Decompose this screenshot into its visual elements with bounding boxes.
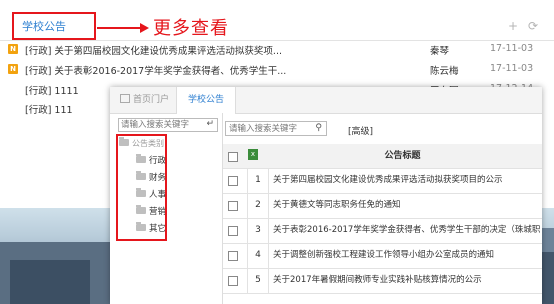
table-header: x 公告标题 [223,144,542,169]
row-title[interactable]: 关于黄德文等同志职务任免的通知 [273,193,401,218]
enter-icon[interactable]: ↵ [206,119,214,129]
news-title[interactable]: [行政] 关于表彰2016-2017学年奖学金获得者、优秀学生干... [25,63,286,77]
row-checkbox[interactable] [228,251,238,261]
row-title[interactable]: 关于表彰2016-2017学年奖学金获得者、优秀学生干部的决定（珠城职 [273,218,540,243]
news-author: 陈云梅 [430,66,459,77]
row-number: 1 [247,168,269,193]
news-date: 17-11-03 [490,43,534,54]
table-row[interactable]: 5 关于2017年暑假期间教师专业实践补贴核算情况的公示 [223,268,542,294]
row-checkbox[interactable] [228,176,238,186]
news-row[interactable]: N [行政] 关于第四届校园文化建设优秀成果评选活动拟获奖项... 秦琴 17-… [8,42,548,58]
announcement-search-input[interactable] [226,122,314,135]
row-title[interactable]: 关于第四届校园文化建设优秀成果评选活动拟获奖项目的公示 [273,168,503,193]
row-number: 5 [247,268,269,293]
news-row[interactable]: N [行政] 关于表彰2016-2017学年奖学金获得者、优秀学生干... 陈云… [8,62,548,78]
search-icon[interactable]: ⚲ [315,123,322,133]
add-icon[interactable]: + [508,19,518,33]
new-badge: N [8,44,18,54]
new-badge: N [8,64,18,74]
news-title[interactable]: [行政] 111 [25,102,73,116]
row-number: 3 [247,218,269,243]
news-date: 17-11-03 [490,63,534,74]
home-icon [120,94,130,103]
dialog-tab-bar: 首页门户 学校公告 [110,87,542,114]
category-search[interactable]: ↵ [118,118,218,132]
table-row[interactable]: 4 关于调整创新强校工程建设工作领导小组办公室成员的通知 [223,243,542,269]
row-title[interactable]: 关于调整创新强校工程建设工作领导小组办公室成员的通知 [273,243,494,268]
announcement-search[interactable]: ⚲ [225,121,327,136]
highlight-box-categories [116,134,167,241]
category-pane: ↵ 公告类别 行政 财务 人事 营销 其它 [110,113,223,304]
annotation-arrow [97,27,142,29]
highlight-box-tab [12,12,96,40]
row-number: 4 [247,243,269,268]
tab-home-portal[interactable]: 首页门户 [110,87,174,113]
column-header-title[interactable]: 公告标题 [223,144,542,168]
row-checkbox[interactable] [228,226,238,236]
news-title[interactable]: [行政] 关于第四届校园文化建设优秀成果评选活动拟获奖项... [25,43,282,57]
table-row[interactable]: 3 关于表彰2016-2017学年奖学金获得者、优秀学生干部的决定（珠城职 [223,218,542,244]
news-author: 秦琴 [430,46,450,57]
refresh-icon[interactable]: ⟳ [528,19,538,33]
table-row[interactable]: 2 关于黄德文等同志职务任免的通知 [223,193,542,219]
advanced-search-link[interactable]: [高级] [348,124,373,137]
row-title[interactable]: 关于2017年暑假期间教师专业实践补贴核算情况的公示 [273,268,482,293]
category-search-input[interactable] [119,119,203,131]
row-checkbox[interactable] [228,201,238,211]
tab-home-portal-label: 首页门户 [133,95,170,105]
annotation-more-view: 更多查看 [153,18,229,39]
table-row[interactable]: 1 关于第四届校园文化建设优秀成果评选活动拟获奖项目的公示 [223,168,542,194]
announcement-dialog: 首页门户 学校公告 ↵ 公告类别 行政 财务 人事 营销 其它 ⚲ [高级] x… [110,87,542,304]
news-title[interactable]: [行政] 1111 [25,83,79,97]
row-number: 2 [247,193,269,218]
tab-school-announcements-active[interactable]: 学校公告 [176,87,236,114]
row-checkbox[interactable] [228,276,238,286]
annotation-arrow-head [140,23,149,33]
